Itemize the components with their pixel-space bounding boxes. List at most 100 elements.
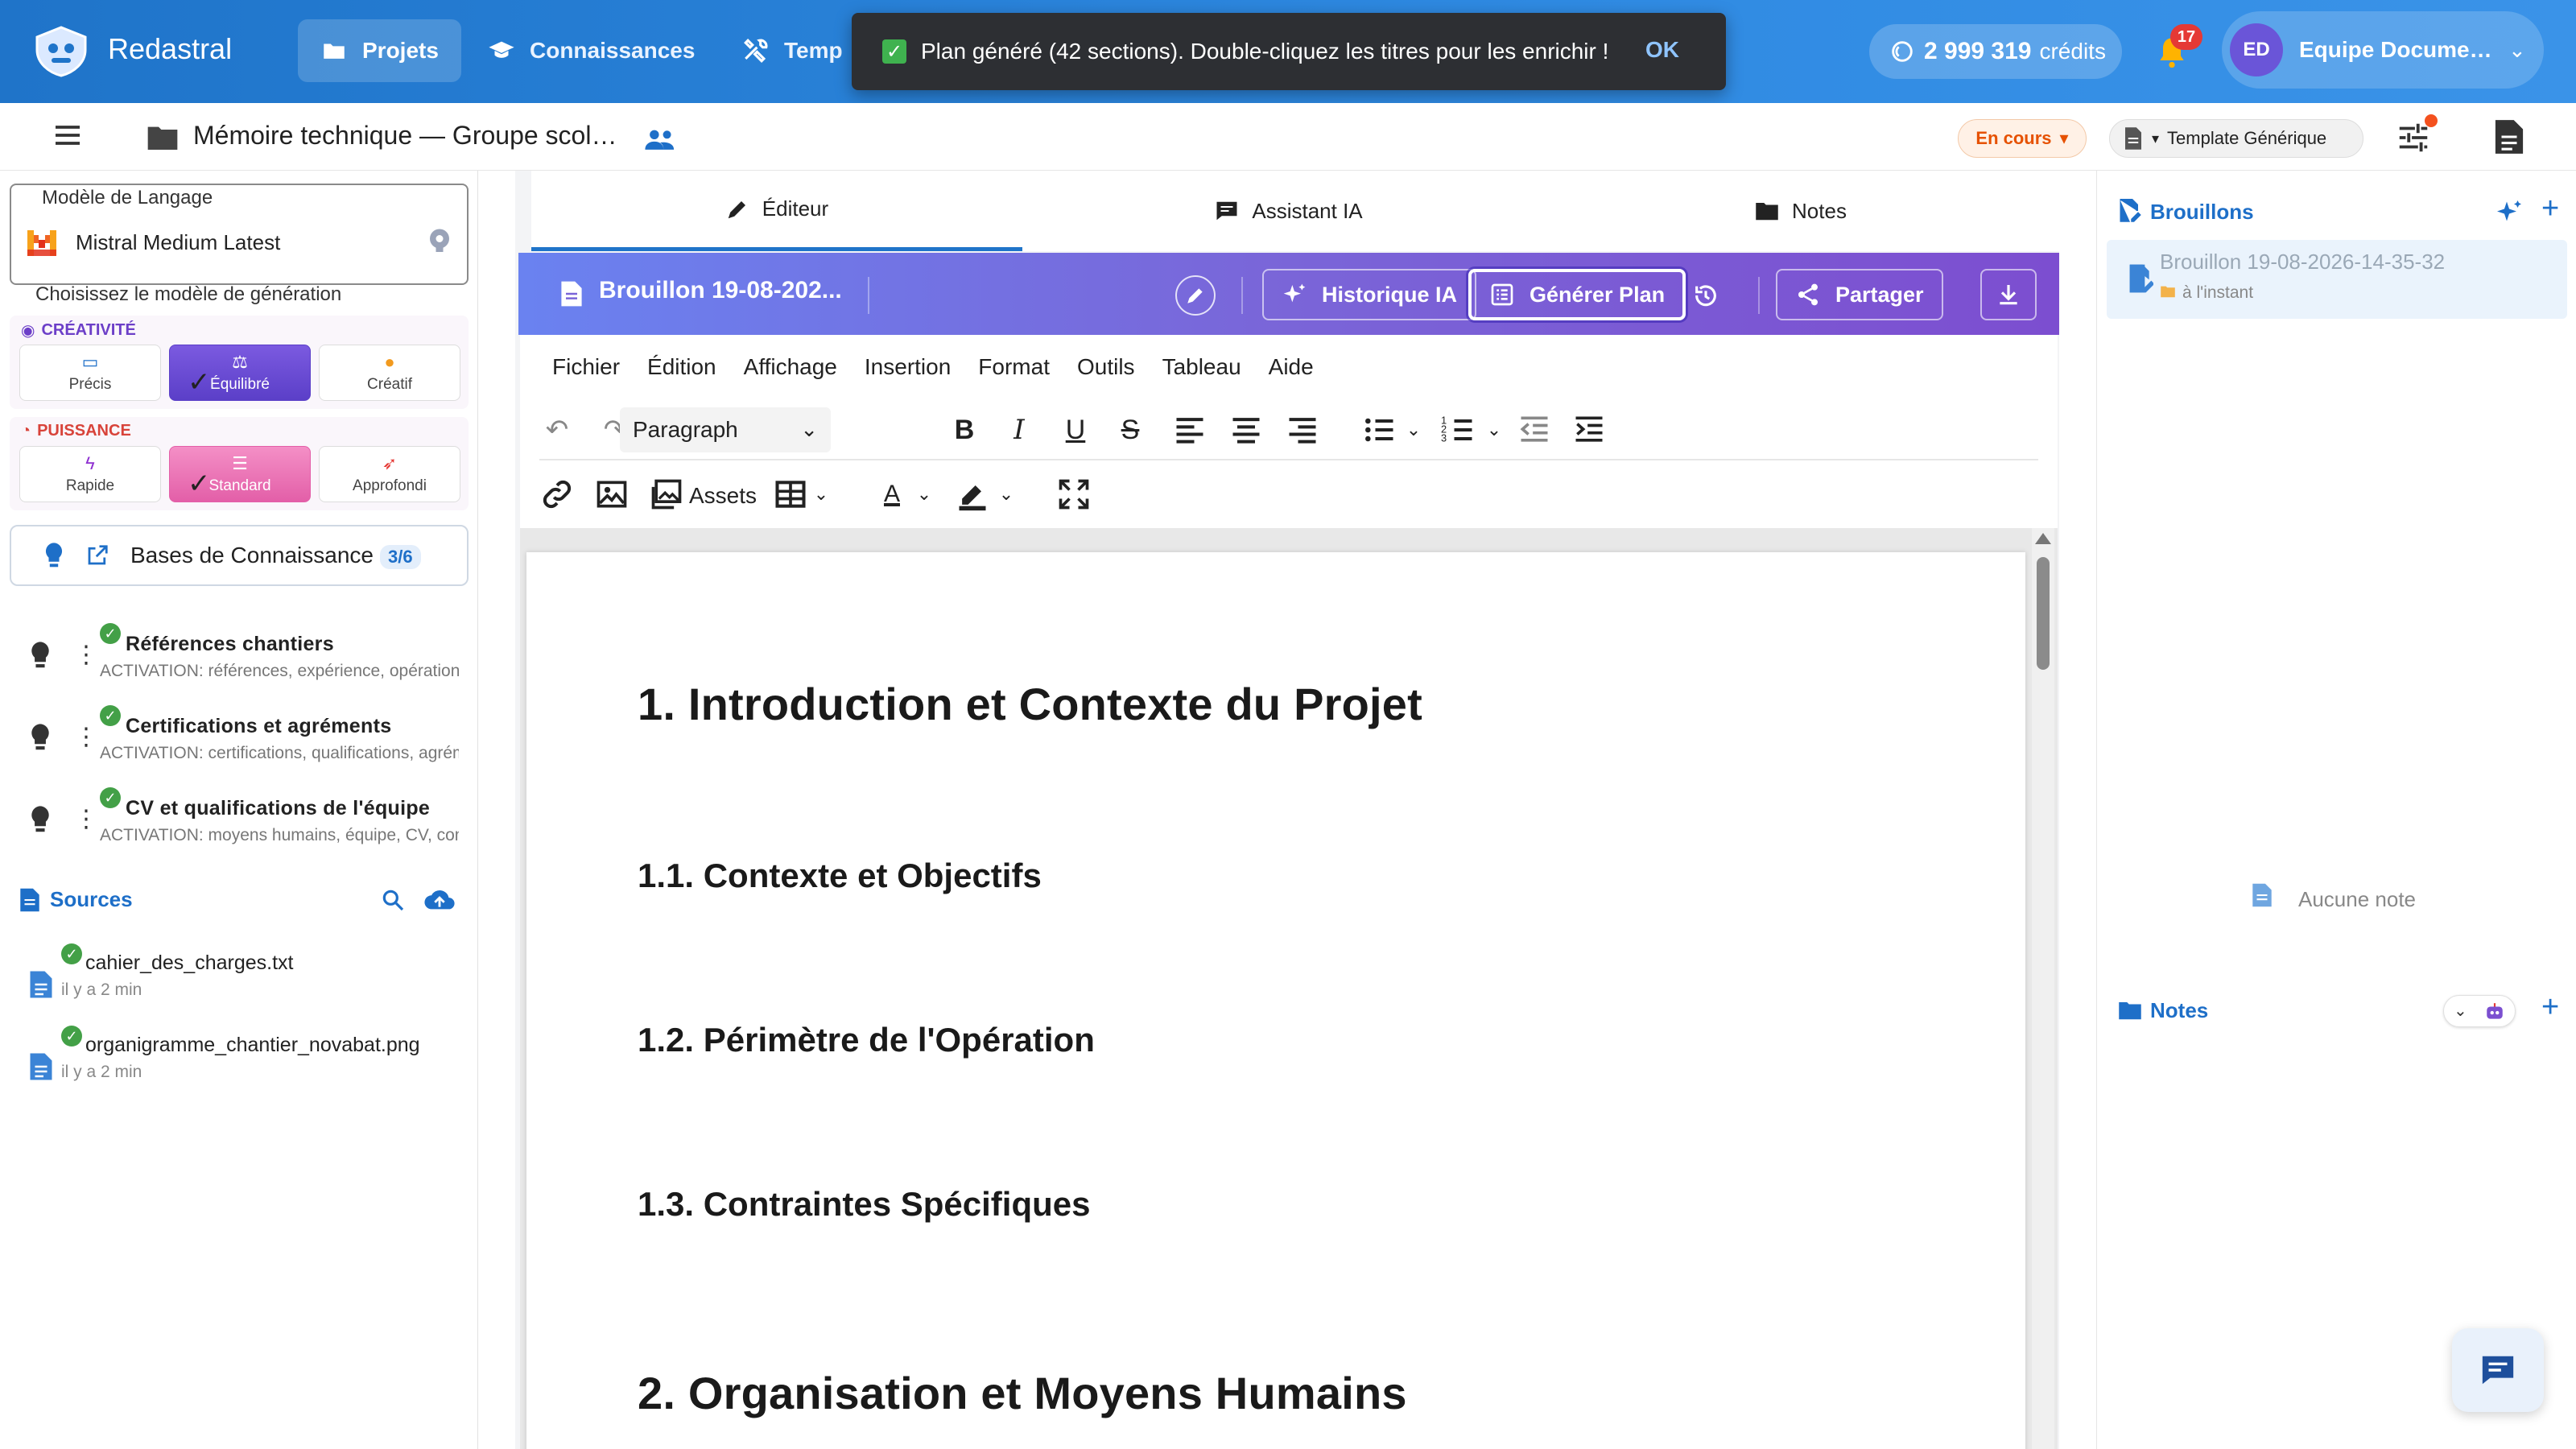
chevron-down-icon[interactable]: ⌄ [803, 477, 839, 512]
chat-support-button[interactable] [2452, 1328, 2544, 1412]
generer-plan-button[interactable]: Générer Plan [1468, 269, 1686, 320]
menu-tableau[interactable]: Tableau [1162, 354, 1241, 380]
menu-fichier[interactable]: Fichier [552, 354, 620, 380]
bold-icon[interactable]: B [947, 412, 982, 448]
add-draft-icon[interactable]: + [2541, 192, 2559, 226]
align-center-icon[interactable] [1228, 412, 1264, 448]
heading-1[interactable]: 1. Introduction et Contexte du Projet [638, 678, 1422, 730]
image-icon[interactable] [594, 477, 630, 512]
lightbulb-icon[interactable] [29, 805, 52, 834]
more-vertical-icon[interactable]: ⋮ [74, 641, 98, 669]
heading-2[interactable]: 1.2. Périmètre de l'Opération [638, 1021, 1095, 1059]
notes-ai-toggle[interactable]: ⌄ [2443, 995, 2516, 1027]
power-standard[interactable]: ✓ ☰ Standard [169, 446, 311, 502]
hamburger-menu-icon[interactable] [50, 119, 85, 151]
heading-2[interactable]: 1.1. Contexte et Objectifs [638, 857, 1042, 895]
status-dropdown[interactable]: En cours ▾ [1958, 119, 2087, 158]
indent-icon[interactable] [1571, 412, 1607, 448]
list-item[interactable]: ⋮ ✓ Certifications et agréments ACTIVATI… [0, 704, 478, 776]
lightbulb-icon[interactable] [29, 723, 52, 752]
menu-outils[interactable]: Outils [1077, 354, 1135, 380]
block-format-select[interactable]: Paragraph ⌄ [620, 407, 831, 452]
list-item[interactable]: ✓ organigramme_chantier_novabat.png il y… [0, 1022, 478, 1096]
assets-button[interactable]: Assets [689, 483, 757, 509]
draft-name: Brouillon 19-08-2026-14-35-32 [2160, 250, 2446, 274]
underline-icon[interactable]: U [1058, 412, 1093, 448]
menu-aide[interactable]: Aide [1269, 354, 1314, 380]
fullscreen-icon[interactable] [1056, 477, 1092, 512]
heading-1[interactable]: 2. Organisation et Moyens Humains [638, 1367, 1407, 1419]
outdent-icon[interactable] [1517, 412, 1552, 448]
brand-name[interactable]: Redastral [108, 32, 232, 66]
menu-insertion[interactable]: Insertion [865, 354, 951, 380]
partager-button[interactable]: Partager [1776, 269, 1943, 320]
strikethrough-icon[interactable]: S [1113, 412, 1148, 448]
text-color-icon[interactable]: A [874, 477, 910, 512]
sparkles-icon[interactable] [2495, 198, 2524, 227]
template-selector[interactable]: ▾ Template Générique [2109, 119, 2363, 158]
bullet-list-icon[interactable] [1362, 412, 1397, 448]
list-item[interactable]: ⋮ ✓ CV et qualifications de l'équipe ACT… [0, 786, 478, 858]
redastral-logo-icon[interactable] [32, 26, 90, 77]
creativity-precis[interactable]: ▭ Précis [19, 345, 161, 401]
chevron-down-icon[interactable]: ⌄ [1396, 412, 1431, 448]
sliders-icon: ☰ [232, 453, 248, 473]
menu-edition[interactable]: Édition [647, 354, 716, 380]
draft-name[interactable]: Brouillon 19-08-202... [599, 277, 842, 304]
tab-assistant-ia[interactable]: Assistant IA [1043, 171, 1534, 251]
document-page[interactable]: 1. Introduction et Contexte du Projet 1.… [526, 552, 2025, 1449]
creativity-creatif[interactable]: ● Créatif [319, 345, 460, 401]
more-vertical-icon[interactable]: ⋮ [74, 723, 98, 751]
assets-gallery-icon[interactable] [649, 477, 684, 512]
user-menu[interactable]: ED Equipe Documen... ⌄ [2222, 11, 2544, 89]
power-approfondi[interactable]: ➶ Approfondi [319, 446, 460, 502]
scrollbar-thumb[interactable] [2037, 557, 2050, 670]
file-icon [30, 971, 52, 998]
creativity-equilibre[interactable]: ✓ ⚖ Équilibré [169, 345, 311, 401]
lightbulb-icon[interactable] [29, 641, 52, 670]
brain-icon[interactable] [425, 225, 454, 254]
toast-ok-button[interactable]: OK [1645, 37, 1679, 63]
people-icon[interactable] [644, 127, 676, 151]
highlighter-icon[interactable] [955, 477, 990, 512]
chevron-down-icon[interactable]: ⌄ [906, 477, 942, 512]
tab-editeur-label: Éditeur [762, 196, 829, 221]
document-icon[interactable] [2494, 118, 2524, 156]
download-button[interactable] [1980, 269, 2037, 320]
list-item[interactable]: ⋮ ✓ Références chantiers ACTIVATION: réf… [0, 621, 478, 694]
chevron-down-icon[interactable]: ⌄ [1476, 412, 1512, 448]
knowledge-bases-button[interactable]: Bases de Connaissance 3/6 [10, 525, 469, 586]
nav-templates[interactable]: Temp [720, 19, 865, 82]
search-icon[interactable] [380, 887, 406, 913]
list-item[interactable]: ✓ cahier_des_charges.txt il y a 2 min [0, 940, 478, 1014]
nav-connaissances[interactable]: Connaissances [465, 19, 717, 82]
project-title[interactable]: Mémoire technique — Groupe scolai... [193, 121, 628, 151]
align-left-icon[interactable] [1172, 412, 1208, 448]
model-selector[interactable]: Modèle de Langage Mistral Medium Latest [10, 184, 469, 285]
cloud-upload-icon[interactable] [423, 886, 456, 914]
menu-affichage[interactable]: Affichage [744, 354, 837, 380]
draft-item[interactable]: Brouillon 19-08-2026-14-35-32 à l'instan… [2107, 240, 2567, 319]
sparkles-icon [1283, 283, 1306, 303]
link-icon[interactable] [539, 477, 575, 512]
add-note-icon[interactable]: + [2541, 990, 2559, 1025]
italic-icon[interactable]: I [1001, 412, 1037, 448]
tab-notes[interactable]: Notes [1555, 171, 2046, 251]
heading-2[interactable]: 1.3. Contraintes Spécifiques [638, 1185, 1091, 1224]
chevron-down-icon[interactable]: ⌄ [989, 477, 1024, 512]
undo-icon[interactable]: ↶ [539, 412, 575, 448]
vertical-scrollbar[interactable] [2032, 528, 2054, 1449]
nav-projets[interactable]: Projets [298, 19, 461, 82]
align-right-icon[interactable] [1285, 412, 1320, 448]
menu-format[interactable]: Format [978, 354, 1050, 380]
history-icon[interactable] [1692, 282, 1719, 309]
numbered-list-icon[interactable]: 123 [1441, 412, 1476, 448]
historique-ia-button[interactable]: Historique IA [1262, 269, 1477, 320]
checkbox-check-icon: ✓ [882, 39, 906, 64]
rename-button[interactable] [1175, 275, 1216, 316]
tab-editeur[interactable]: Éditeur [531, 171, 1022, 251]
credits-badge[interactable]: 2 999 319 crédits [1869, 24, 2122, 79]
more-vertical-icon[interactable]: ⋮ [74, 805, 98, 833]
power-rapide[interactable]: ϟ Rapide [19, 446, 161, 502]
scroll-up-arrow-icon[interactable] [2035, 533, 2051, 544]
